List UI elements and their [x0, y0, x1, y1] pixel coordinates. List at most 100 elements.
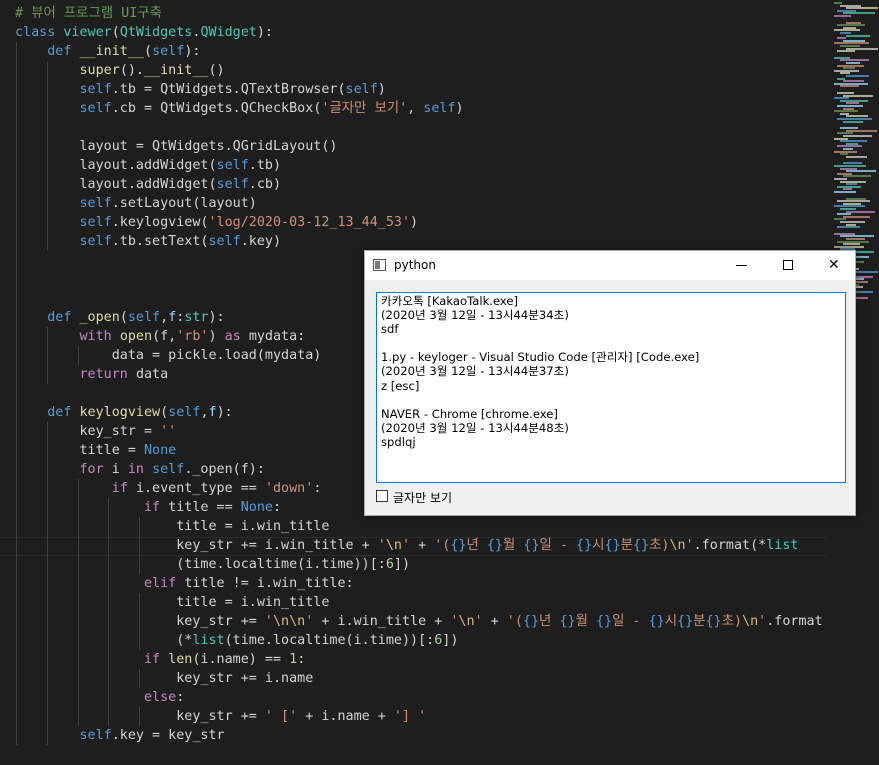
code-token: +	[482, 614, 507, 629]
code-line[interactable]: super().__init__()	[15, 61, 225, 80]
code-line[interactable]: if len(i.name) == 1:	[15, 650, 305, 669]
code-token: (	[119, 310, 128, 325]
window-titlebar[interactable]: python ✕	[365, 251, 855, 280]
code-line[interactable]: data = pickle.load(mydata)	[15, 346, 322, 365]
code-line[interactable]: def _open(self,f:str):	[15, 308, 224, 327]
code-token: 시	[592, 538, 605, 553]
text-browser-line: (2020년 3월 12일 - 13시44분37초)	[381, 364, 569, 379]
code-line[interactable]: else:	[15, 688, 184, 707]
code-token: '(	[434, 538, 451, 553]
code-token: key_str += i.win_title +	[15, 538, 378, 553]
code-line[interactable]: self.tb.setText(self.key)	[15, 232, 282, 251]
code-line[interactable]: key_str += i.name	[15, 669, 313, 688]
code-token: {}	[705, 614, 722, 629]
text-only-checkbox[interactable]	[376, 490, 388, 502]
code-line[interactable]: self.tb = QtWidgets.QTextBrowser(self)	[15, 80, 386, 99]
code-line[interactable]: self.keylogview('log/2020-03-12_13_44_53…	[15, 213, 419, 232]
code-token: f	[208, 405, 217, 420]
code-line[interactable]: key_str = ''	[15, 422, 176, 441]
code-token: {}	[677, 614, 694, 629]
code-token: as	[224, 329, 249, 344]
code-token: class	[15, 25, 64, 40]
minimize-button[interactable]	[719, 251, 765, 280]
code-token: ):	[216, 405, 233, 420]
code-token: 년	[539, 614, 560, 629]
code-line[interactable]: layout.addWidget(self.cb)	[15, 175, 281, 194]
code-line[interactable]: with open(f,'rb') as mydata:	[15, 327, 306, 346]
code-token: )	[377, 82, 386, 97]
code-line[interactable]: title = None	[15, 441, 176, 460]
code-line[interactable]: self.cb = QtWidgets.QCheckBox('글자만 보기', …	[15, 99, 464, 118]
text-browser-line: 1.py - keyloger - Visual Studio Code [관리…	[381, 350, 700, 365]
code-token: viewer	[63, 25, 112, 40]
code-token: self	[152, 44, 185, 59]
code-line[interactable]: title = i.win_title	[15, 593, 329, 612]
code-line[interactable]: (*list(time.localtime(i.time))[:6])	[15, 631, 458, 650]
code-line[interactable]: title = i.win_title	[15, 517, 329, 536]
code-token: def	[47, 44, 80, 59]
code-token: '	[758, 614, 767, 629]
minimap-line	[834, 15, 851, 17]
code-token: )	[410, 215, 419, 230]
code-line[interactable]: elif title != i.win_title:	[15, 574, 354, 593]
code-token: .format	[766, 614, 823, 629]
code-token: self	[79, 196, 112, 211]
code-line[interactable]: layout.addWidget(self.tb)	[15, 156, 281, 175]
code-token: 'log/2020-03-12_13_44_53'	[208, 215, 411, 230]
code-token: (	[111, 25, 120, 40]
code-token: 일 -	[612, 614, 649, 629]
code-line[interactable]: (time.localtime(i.time))[:6])	[15, 555, 410, 574]
code-line[interactable]: if title == None:	[15, 498, 281, 517]
minimap-line	[834, 191, 856, 193]
code-token: len	[168, 652, 193, 667]
code-token: {}	[523, 538, 540, 553]
code-token: i.event_type ==	[135, 481, 265, 496]
code-line[interactable]: self.key = key_str	[15, 726, 225, 745]
text-only-checkbox-label[interactable]: 글자만 보기	[393, 489, 452, 506]
code-token: if	[111, 481, 136, 496]
code-line[interactable]: def __init__(self):	[15, 42, 200, 61]
code-line[interactable]: if i.event_type == 'down':	[15, 479, 322, 498]
code-line[interactable]: return data	[15, 365, 169, 384]
code-token: {}	[486, 538, 503, 553]
maximize-button[interactable]	[765, 251, 811, 280]
code-token: {}	[522, 614, 540, 629]
code-token: .format(*	[693, 538, 767, 553]
close-button[interactable]: ✕	[811, 251, 857, 280]
code-token: self	[79, 82, 112, 97]
code-token: + i.win_title +	[313, 614, 451, 629]
code-line[interactable]: def keylogview(self,f):	[15, 403, 233, 422]
code-token: self	[168, 405, 201, 420]
text-browser-line: (2020년 3월 12일 - 13시44분34초)	[381, 308, 569, 323]
text-browser[interactable]: 카카오톡 [KakaoTalk.exe] (2020년 3월 12일 - 13시4…	[376, 292, 846, 483]
code-token: title ==	[168, 500, 241, 515]
code-token: \n\n	[272, 614, 306, 629]
code-token: \n	[742, 614, 759, 629]
code-line[interactable]: class viewer(QtWidgets.QWidget):	[15, 23, 273, 42]
code-token: :	[176, 690, 185, 705]
code-line[interactable]: for i in self._open(f):	[15, 460, 265, 479]
code-line[interactable]: key_str += i.win_title + '\n' + '({}년 {}…	[15, 536, 798, 555]
code-token: data = pickle.load(mydata)	[15, 348, 322, 363]
code-token: 월	[503, 538, 524, 553]
minimap-line	[843, 120, 863, 123]
minimap-line	[840, 85, 859, 88]
code-line[interactable]: key_str += '\n\n' + i.win_title + '\n' +…	[15, 612, 823, 631]
code-line[interactable]: layout = QtWidgets.QGridLayout()	[15, 137, 337, 156]
code-token: open	[119, 329, 153, 344]
code-token: {}	[559, 614, 576, 629]
code-line[interactable]: # 뷰어 프로그램 UI구축	[15, 4, 162, 23]
code-token: ' ['	[264, 709, 298, 724]
code-token: 일 -	[539, 538, 577, 553]
code-line[interactable]: key_str += ' [' + i.name + '] '	[15, 707, 426, 726]
code-token: self	[79, 215, 112, 230]
code-token: (i.name) ==	[192, 652, 290, 667]
code-line[interactable]: self.setLayout(layout)	[15, 194, 257, 213]
code-token: .cb = QtWidgets.QCheckBox(	[111, 101, 322, 116]
text-browser-line: 카카오톡 [KakaoTalk.exe]	[381, 294, 519, 308]
